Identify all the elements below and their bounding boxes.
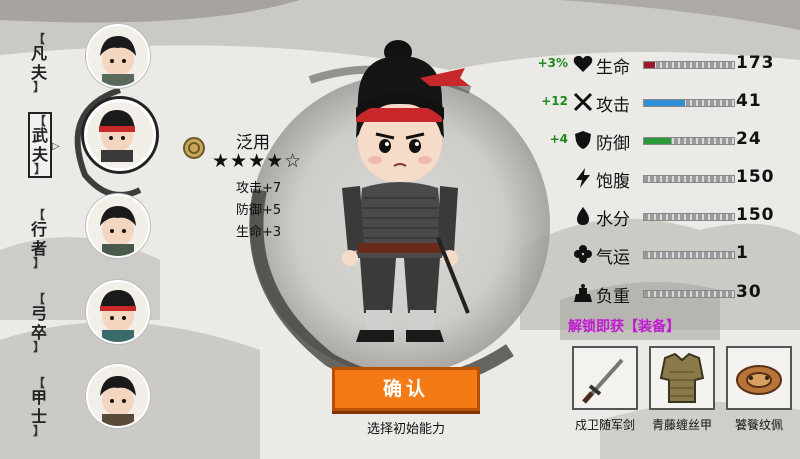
stat-modifier: +3%: [537, 56, 568, 70]
equipment-slot-sword[interactable]: [572, 346, 638, 410]
selection-arrow-icon: ▷: [52, 141, 60, 152]
stat-bar: [643, 290, 735, 298]
class-label: 【武夫】: [28, 112, 52, 178]
weight-icon: [574, 284, 592, 302]
class-label: 【凡夫】: [30, 32, 47, 94]
class-label: 【行者】: [30, 208, 47, 270]
class-name: 凡夫: [30, 44, 47, 82]
lightning-icon: [576, 168, 590, 188]
class-label: 【甲士】: [30, 376, 47, 438]
pendant-icon: [736, 365, 782, 395]
stat-value: 24: [736, 129, 762, 149]
equipment-slot-armor[interactable]: [649, 346, 715, 410]
equipment-name: 饕餮纹佩: [734, 418, 783, 432]
stat-value: 150: [736, 205, 775, 225]
trait-bonus-defense: 防御+5: [236, 203, 282, 218]
stat-name: 防御: [596, 134, 630, 154]
stat-name: 气运: [596, 248, 630, 268]
stat-row-hydration: 水分 150: [536, 204, 776, 230]
class-item-jiashi[interactable]: 【甲士】: [0, 360, 160, 450]
trait-bonus-health: 生命+3: [236, 225, 282, 240]
class-name: 武夫: [31, 126, 48, 164]
class-portrait-avatar: [86, 194, 150, 258]
stat-row-satiety: 饱腹 150: [536, 166, 776, 192]
stat-name: 攻击: [596, 96, 630, 116]
class-portrait-avatar: [86, 364, 150, 428]
sword-icon: [582, 358, 624, 404]
water-drop-icon: [577, 207, 589, 225]
stat-name: 水分: [596, 210, 630, 230]
class-item-xingzhe[interactable]: 【行者】: [0, 186, 160, 276]
class-portrait-avatar: [86, 280, 150, 344]
equipment-name: 青藤缠丝甲: [651, 418, 712, 432]
armor-icon: [659, 352, 705, 403]
stat-row-load: 负重 30: [536, 281, 776, 307]
trait-bonus-attack: 攻击+7: [236, 181, 282, 196]
stat-row-defense: +4 防御 24: [536, 128, 776, 154]
stat-row-health: +3% 生命 173: [536, 52, 776, 78]
confirm-hint: 选择初始能力: [366, 422, 445, 437]
stat-bar-fill: [644, 138, 671, 144]
equipment-slot-pendant[interactable]: [726, 346, 792, 410]
stat-value: 173: [736, 53, 775, 73]
heart-icon: [573, 55, 593, 72]
stat-bar: [643, 61, 735, 69]
stat-bar: [643, 99, 735, 107]
trait-star-rating: ★★★★☆: [212, 150, 303, 172]
stat-name: 负重: [596, 287, 630, 307]
stat-bar-fill: [644, 62, 655, 68]
stat-value: 30: [736, 282, 762, 302]
character-figure: [342, 40, 470, 342]
crossed-swords-icon: [573, 92, 593, 112]
stat-value: 1: [736, 243, 749, 263]
clover-icon: [574, 245, 592, 263]
stat-value: 150: [736, 167, 775, 187]
stat-modifier: +12: [541, 94, 568, 108]
class-portrait-avatar: [86, 24, 150, 88]
stat-bar: [643, 175, 735, 183]
stat-row-luck: 气运 1: [536, 242, 776, 268]
stat-name: 饱腹: [596, 172, 630, 192]
confirm-button[interactable]: 确认: [332, 367, 480, 411]
stat-bar: [643, 251, 735, 259]
stat-value: 41: [736, 91, 762, 111]
class-name: 甲士: [30, 388, 47, 426]
class-item-gongzu[interactable]: 【弓卒】: [0, 272, 160, 362]
stat-bar-fill: [644, 100, 685, 106]
class-label: 【弓卒】: [30, 292, 47, 354]
class-portrait-avatar: [84, 99, 156, 171]
class-item-wufu[interactable]: 【武夫】: [0, 94, 160, 184]
stat-row-attack: +12 攻击 41: [536, 90, 776, 116]
trait-coin-icon: [183, 137, 205, 159]
stat-name: 生命: [596, 58, 630, 78]
stat-bar: [643, 137, 735, 145]
shield-icon: [575, 131, 591, 149]
stat-modifier: +4: [549, 132, 568, 146]
class-name: 行者: [30, 220, 47, 258]
class-name: 弓卒: [30, 304, 47, 342]
stat-bar: [643, 213, 735, 221]
equipment-name: 戍卫随军剑: [574, 418, 635, 432]
unlock-equipment-label: 解锁即获【装备】: [568, 319, 680, 335]
character-creation-screen: 【凡夫】 【武夫】 ▷ 【行者】 【弓卒】 【 甲士 】 泛用 ★★★★☆ 攻击…: [0, 0, 800, 459]
